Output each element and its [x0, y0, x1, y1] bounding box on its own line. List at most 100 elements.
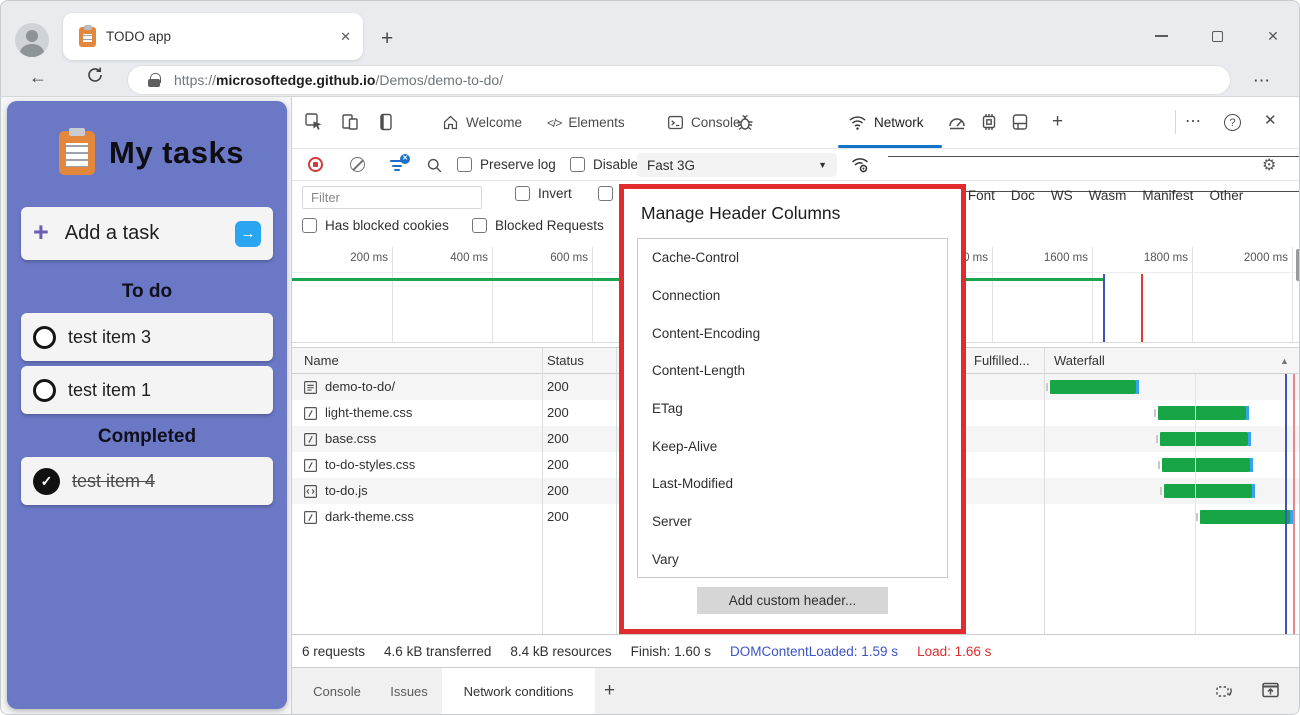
filter-toggle-button[interactable]: ✕ [390, 158, 408, 172]
new-tab-button[interactable]: + [381, 27, 393, 51]
network-conditions-button[interactable] [850, 156, 870, 174]
request-name[interactable]: base.css [325, 431, 376, 446]
checkbox-icon[interactable] [515, 186, 530, 201]
checkbox-icon[interactable] [570, 157, 585, 172]
overview-scrollbar[interactable] [1296, 249, 1300, 281]
header-column-option[interactable]: Content-Length [638, 352, 947, 390]
waterfall-bar[interactable] [1200, 510, 1290, 524]
lock-icon[interactable] [148, 73, 160, 87]
drawer-add-tab-button[interactable]: + [604, 680, 615, 702]
application-button[interactable] [1010, 112, 1030, 132]
resource-type-chip[interactable]: Font [968, 188, 995, 203]
request-name[interactable]: demo-to-do/ [325, 379, 395, 394]
drawer-tab-network-conditions[interactable]: Network conditions [442, 668, 595, 714]
devtools-help-button[interactable]: ? [1224, 114, 1241, 131]
url-bar[interactable]: https://microsoftedge.github.io/Demos/de… [127, 65, 1231, 95]
debugger-button[interactable] [735, 112, 755, 132]
performance-button[interactable] [947, 112, 967, 132]
invert-filter-checkbox[interactable]: Invert [515, 186, 572, 201]
tab-close-icon[interactable]: ✕ [340, 29, 351, 45]
waterfall-bar[interactable] [1164, 484, 1252, 498]
request-name[interactable]: to-do-styles.css [325, 457, 415, 472]
column-separator[interactable] [1044, 374, 1045, 634]
drawer-tab-issues[interactable]: Issues [380, 668, 438, 714]
header-column-option[interactable]: Connection [638, 277, 947, 315]
task-done-check-icon[interactable]: ✓ [33, 468, 60, 495]
tab-elements[interactable]: </> Elements [547, 97, 625, 148]
inspect-element-button[interactable] [304, 112, 324, 132]
filter-input[interactable]: Filter [302, 186, 482, 209]
focus-page-button[interactable] [376, 112, 396, 132]
import-har-button[interactable]: ↑ [888, 156, 1300, 174]
checkbox-icon[interactable] [457, 157, 472, 172]
resource-type-chip[interactable]: Manifest [1142, 188, 1193, 203]
task-item[interactable]: test item 3 [21, 313, 273, 361]
resource-type-chip[interactable]: Wasm [1089, 188, 1127, 203]
maximize-button[interactable] [1202, 27, 1232, 45]
waterfall-bar[interactable] [1158, 406, 1246, 420]
devtools-close-button[interactable]: ✕ [1264, 111, 1277, 129]
column-header-fulfilled[interactable]: Fulfilled... [974, 353, 1030, 368]
resource-type-chip[interactable]: Doc [1011, 188, 1035, 203]
browser-menu-button[interactable]: ⋯ [1253, 71, 1271, 91]
task-checkbox-icon[interactable] [33, 326, 56, 349]
column-header-name[interactable]: Name [304, 353, 339, 368]
column-separator[interactable] [542, 374, 543, 634]
minimize-button[interactable] [1146, 27, 1176, 45]
completed-task-item[interactable]: ✓ test item 4 [21, 457, 273, 505]
overview-dcl-line [1103, 274, 1105, 342]
checkbox-icon[interactable] [598, 186, 613, 201]
record-network-log-button[interactable] [308, 157, 323, 172]
task-checkbox-icon[interactable] [33, 379, 56, 402]
add-task-submit-button[interactable]: → [235, 221, 261, 247]
header-column-option[interactable]: Keep-Alive [638, 427, 947, 465]
request-name[interactable]: dark-theme.css [325, 509, 414, 524]
memory-button[interactable] [979, 112, 999, 132]
waterfall-bar[interactable] [1050, 380, 1136, 394]
expand-drawer-button[interactable] [1260, 680, 1281, 700]
more-tabs-button[interactable]: + [1052, 111, 1063, 133]
clear-network-log-button[interactable] [350, 157, 365, 172]
refresh-button[interactable] [85, 65, 105, 85]
blocked-requests-checkbox[interactable]: Blocked Requests [472, 218, 604, 233]
column-separator[interactable] [616, 374, 617, 634]
waterfall-bar[interactable] [1162, 458, 1250, 472]
back-button[interactable]: ← [29, 67, 47, 88]
header-column-option[interactable]: Vary [638, 541, 947, 579]
header-column-option[interactable]: Last-Modified [638, 465, 947, 503]
request-name[interactable]: light-theme.css [325, 405, 412, 420]
resource-type-chip[interactable]: WS [1051, 188, 1073, 203]
throttling-select[interactable]: Fast 3G ▼ [637, 153, 837, 177]
task-item[interactable]: test item 1 [21, 366, 273, 414]
devtools-more-menu-button[interactable]: ⋯ [1185, 111, 1202, 131]
waterfall-bar[interactable] [1160, 432, 1248, 446]
column-header-status[interactable]: Status [547, 353, 584, 368]
profile-avatar[interactable] [15, 23, 49, 57]
help-icon: ? [1224, 114, 1241, 131]
sort-ascending-icon[interactable]: ▲ [1280, 356, 1289, 366]
checkbox-icon[interactable] [302, 218, 317, 233]
header-column-option[interactable]: Content-Encoding [638, 314, 947, 352]
device-emulation-button[interactable] [340, 112, 360, 132]
request-name[interactable]: to-do.js [325, 483, 368, 498]
network-settings-gear-icon[interactable]: ⚙ [1262, 155, 1276, 174]
header-column-option[interactable]: ETag [638, 390, 947, 428]
search-button[interactable] [426, 157, 443, 174]
drawer-tab-console[interactable]: Console [302, 668, 372, 714]
preserve-log-checkbox[interactable]: Preserve log [457, 157, 556, 172]
add-custom-header-button[interactable]: Add custom header... [697, 587, 888, 614]
checkbox-icon[interactable] [472, 218, 487, 233]
header-column-option[interactable]: Cache-Control [638, 239, 947, 277]
resource-type-chip[interactable]: Other [1209, 188, 1243, 203]
device-posture-button[interactable] [1214, 681, 1236, 701]
browser-tab[interactable]: TODO app ✕ [63, 13, 363, 60]
tab-welcome[interactable]: Welcome [442, 97, 522, 148]
has-blocked-cookies-checkbox[interactable]: Has blocked cookies [302, 218, 449, 233]
add-task-field[interactable]: + Add a task → [21, 207, 273, 260]
column-header-waterfall[interactable]: Waterfall [1054, 353, 1105, 368]
window-close-button[interactable]: ✕ [1258, 27, 1288, 45]
overview-tick-label: 600 ms [522, 252, 588, 264]
header-column-option[interactable]: Server [638, 503, 947, 541]
tab-console[interactable]: Console [667, 97, 741, 148]
tab-network[interactable]: Network [848, 97, 924, 148]
